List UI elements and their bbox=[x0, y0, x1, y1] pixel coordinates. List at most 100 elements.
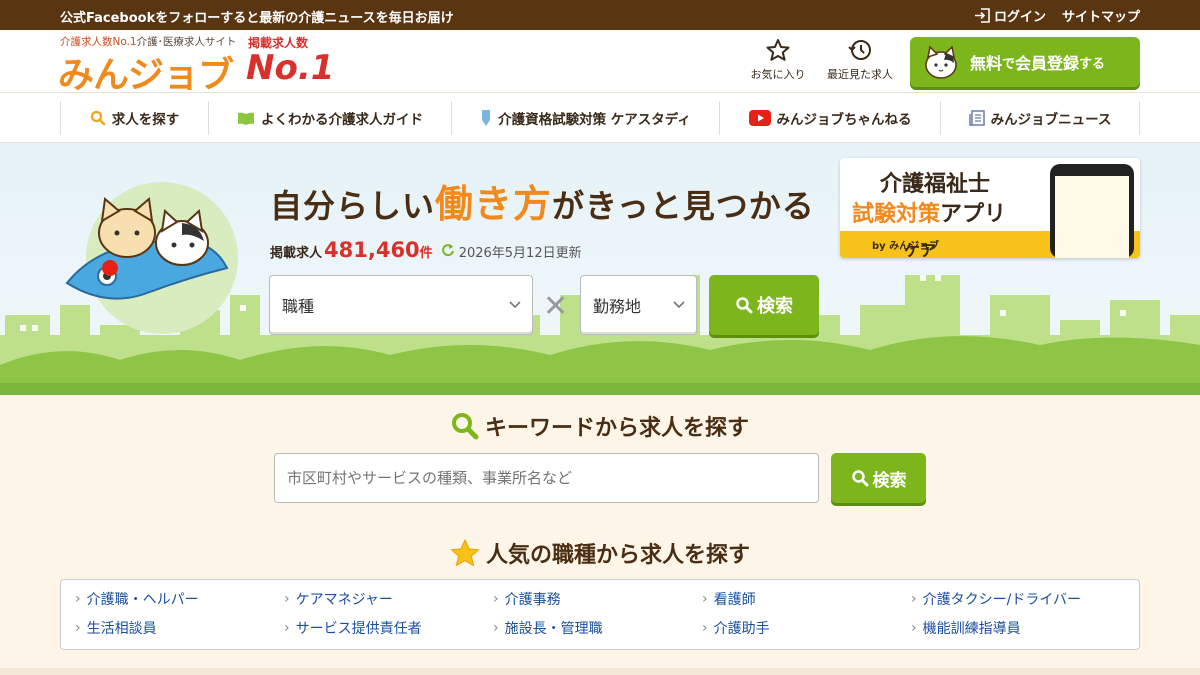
chevron-right-icon: › bbox=[284, 619, 290, 636]
popular-job-link[interactable]: › 生活相談員 bbox=[75, 618, 284, 637]
location-value: 勤務地 bbox=[593, 297, 642, 316]
chevron-right-icon: › bbox=[284, 590, 290, 607]
popular-job-link[interactable]: › 介護助手 bbox=[702, 618, 911, 637]
refresh-icon bbox=[441, 244, 454, 257]
times-icon: ✕ bbox=[543, 289, 569, 324]
app-banner-band-label: ケアスタディ bbox=[904, 241, 937, 258]
hero-search-label: 検索 bbox=[757, 296, 793, 317]
register-free: 無料 bbox=[970, 54, 1003, 73]
popular-job-link[interactable]: › 施設長・管理職 bbox=[493, 618, 702, 637]
chevron-right-icon: › bbox=[911, 590, 917, 607]
popular-job-label: 機能訓練指導員 bbox=[922, 620, 1021, 637]
login-label: ログイン bbox=[993, 10, 1046, 25]
popular-job-label: ケアマネジャー bbox=[295, 591, 393, 608]
facebook-notice[interactable]: 公式Facebookをフォローすると最新の介護ニュースを毎日お届け bbox=[60, 7, 454, 26]
chevron-right-icon: › bbox=[75, 619, 81, 636]
login-link[interactable]: ログイン bbox=[974, 6, 1046, 25]
app-banner-line1: 介護福祉士 bbox=[880, 172, 991, 197]
star-icon bbox=[766, 39, 790, 61]
nav-label: みんジョブニュース bbox=[990, 112, 1112, 128]
popular-job-label: 施設長・管理職 bbox=[504, 620, 603, 637]
app-banner-dark: アプリ bbox=[940, 202, 1007, 227]
search-icon bbox=[736, 297, 753, 314]
jobs-label: 掲載求人 bbox=[270, 246, 323, 261]
keyword-title-label: キーワードから求人を探す bbox=[484, 416, 749, 441]
popular-job-link[interactable]: › 介護事務 bbox=[493, 589, 702, 608]
nav-news[interactable]: みんジョブニュース bbox=[941, 101, 1140, 135]
popular-job-label: 介護タクシー/ドライバー bbox=[922, 591, 1082, 608]
popular-job-label: 介護事務 bbox=[504, 591, 561, 608]
popular-job-label: 介護助手 bbox=[713, 620, 770, 637]
headline-post: がきっと見つかる bbox=[552, 187, 815, 225]
phone-illustration bbox=[1050, 164, 1134, 258]
chevron-right-icon: › bbox=[702, 619, 708, 636]
search-icon bbox=[451, 413, 479, 440]
job-type-select[interactable]: 職種 bbox=[269, 275, 533, 335]
no1-badge: No.1 bbox=[246, 48, 335, 88]
nav-label: 介護資格試験対策 ケアスタディ bbox=[498, 112, 691, 128]
popular-section-title: 人気の職種から求人を探す bbox=[0, 537, 1200, 569]
favorites-label: お気に入り bbox=[750, 68, 806, 81]
keyword-search-input[interactable] bbox=[274, 453, 819, 503]
popular-job-label: 生活相談員 bbox=[86, 620, 157, 637]
chevron-down-icon bbox=[673, 301, 685, 309]
cat-mascot-icon bbox=[925, 45, 957, 79]
app-banner-orange: 試験対策 bbox=[852, 202, 941, 227]
nav-guide[interactable]: よくわかる介護求人ガイド bbox=[209, 101, 452, 135]
popular-job-link[interactable]: › サービス提供責任者 bbox=[284, 618, 493, 637]
hero-section: 自分らしい働き方がきっと見つかる 掲載求人 481,460 件 2026年5月1… bbox=[0, 143, 1200, 395]
job-count-line: 掲載求人 481,460 件 2026年5月12日更新 bbox=[270, 238, 582, 262]
nav-label: みんジョブちゃんねる bbox=[776, 112, 912, 128]
chevron-right-icon: › bbox=[702, 590, 708, 607]
popular-job-label: 看護師 bbox=[713, 591, 756, 608]
popular-job-link[interactable]: › 機能訓練指導員 bbox=[911, 618, 1120, 637]
nav-care-study[interactable]: 介護資格試験対策 ケアスタディ bbox=[452, 101, 720, 135]
chevron-right-icon: › bbox=[493, 619, 499, 636]
pin-icon bbox=[482, 110, 491, 126]
search-icon bbox=[851, 470, 868, 487]
site-logo[interactable]: みんジョブ bbox=[58, 46, 234, 98]
popular-job-link[interactable]: › 看護師 bbox=[702, 589, 911, 608]
star-icon bbox=[450, 539, 480, 567]
care-study-app-banner[interactable]: 介護福祉士 試験対策アプリ ケアスタディ by みんジョブ bbox=[840, 158, 1140, 258]
location-select[interactable]: 勤務地 bbox=[580, 275, 697, 335]
popular-title-label: 人気の職種から求人を探す bbox=[485, 543, 750, 568]
book-icon bbox=[238, 112, 254, 125]
app-banner-line2: 試験対策アプリ bbox=[852, 196, 1006, 228]
keyword-section-title: キーワードから求人を探す bbox=[0, 410, 1200, 442]
recent-label: 最近見た求人 bbox=[827, 68, 893, 81]
nav-channel[interactable]: みんジョブちゃんねる bbox=[720, 101, 941, 135]
register-de: で bbox=[1002, 56, 1016, 72]
hero-headline: 自分らしい働き方がきっと見つかる bbox=[270, 173, 815, 228]
recent-jobs-button[interactable]: 最近見た求人 bbox=[820, 38, 900, 82]
headline-highlight: 働き方 bbox=[435, 182, 553, 226]
popular-job-link[interactable]: › 介護職・ヘルパー bbox=[75, 589, 284, 608]
site-header: 介護求人数No.1介護･医療求人サイト みんジョブ 掲載求人数 No.1 お気に… bbox=[0, 30, 1200, 96]
chevron-right-icon: › bbox=[911, 619, 917, 636]
register-button[interactable]: 無料で会員登録 する bbox=[910, 37, 1140, 87]
job-type-value: 職種 bbox=[282, 297, 315, 316]
favorites-button[interactable]: お気に入り bbox=[746, 38, 810, 82]
youtube-icon bbox=[748, 110, 771, 126]
jobs-unit: 件 bbox=[419, 246, 433, 261]
top-bar: 公式Facebookをフォローすると最新の介護ニュースを毎日お届け ログイン サ… bbox=[0, 0, 1200, 30]
history-icon bbox=[848, 40, 871, 60]
register-suru: する bbox=[1079, 56, 1106, 72]
chevron-right-icon: › bbox=[75, 590, 81, 607]
sitemap-link[interactable]: サイトマップ bbox=[1062, 6, 1140, 25]
nav-label: よくわかる介護求人ガイド bbox=[261, 112, 423, 128]
koinobori-cats-illustration bbox=[65, 182, 238, 334]
hero-search-button[interactable]: 検索 bbox=[709, 275, 819, 335]
popular-job-link[interactable]: › 介護タクシー/ドライバー bbox=[911, 589, 1120, 608]
chevron-right-icon: › bbox=[493, 590, 499, 607]
popular-job-label: 介護職・ヘルパー bbox=[86, 591, 199, 608]
chevron-down-icon bbox=[509, 301, 521, 309]
nav-search-jobs[interactable]: 求人を探す bbox=[61, 101, 209, 135]
register-main: 会員登録 bbox=[1015, 54, 1080, 73]
search-icon bbox=[90, 110, 105, 126]
popular-job-link[interactable]: › ケアマネジャー bbox=[284, 589, 493, 608]
popular-job-label: サービス提供責任者 bbox=[295, 620, 422, 637]
headline-pre: 自分らしい bbox=[270, 187, 436, 225]
news-icon bbox=[968, 110, 985, 126]
keyword-search-button[interactable]: 検索 bbox=[831, 453, 926, 503]
